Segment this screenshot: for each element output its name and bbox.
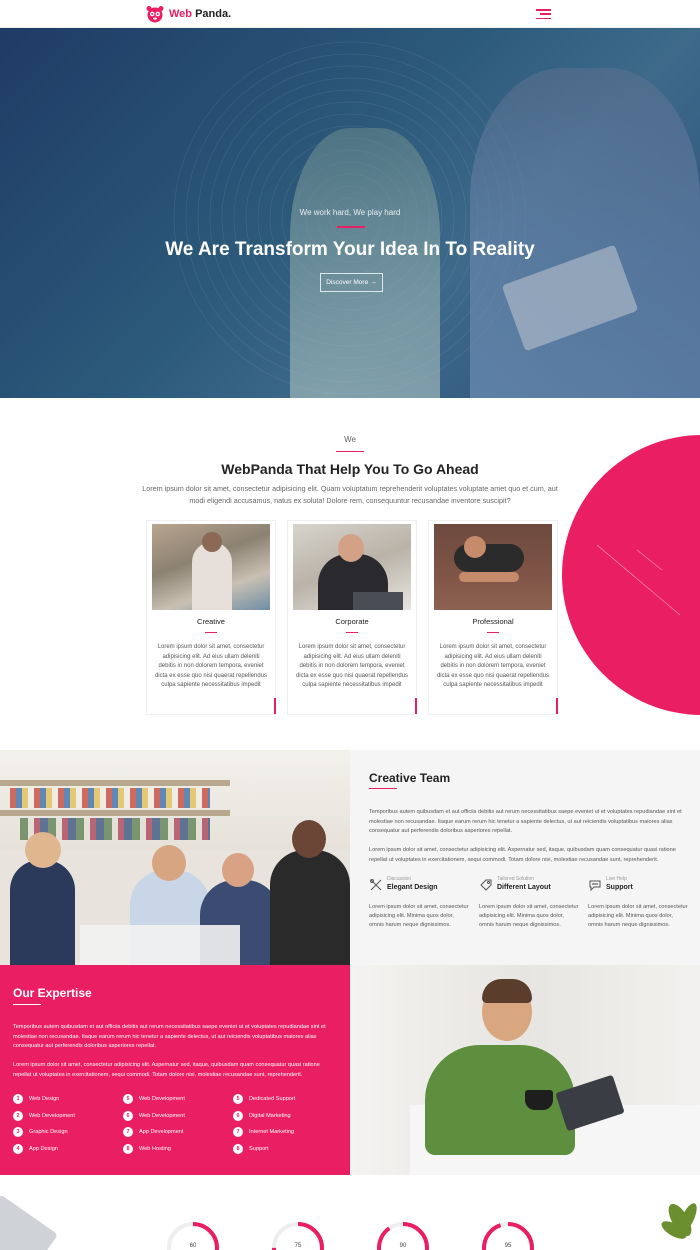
discover-more-button[interactable]: Discover More → (320, 273, 383, 292)
stat-counter-4: 95 (480, 1220, 536, 1250)
card-accent (556, 698, 558, 714)
expertise-item: 7 Internet Marketing (233, 1127, 294, 1137)
stat-counter-1: 60 (165, 1220, 221, 1250)
about-description: Lorem ipsum dolor sit amet, consectetur … (142, 484, 558, 505)
card-divider (205, 632, 217, 633)
expertise-item: 4 App Design (13, 1144, 58, 1154)
expertise-item: 6 Web Development (123, 1111, 185, 1121)
expertise-section: Our Expertise Temporibus autem quibusdam… (0, 965, 350, 1175)
expertise-item: 8 Web Hosting (123, 1144, 171, 1154)
service-card-professional[interactable]: Professional Lorem ipsum dolor sit amet,… (428, 520, 558, 715)
team-photo (0, 750, 350, 965)
expertise-title: Our Expertise (13, 986, 92, 1000)
hero-person-woman (290, 128, 440, 398)
expertise-item: 8 Support (233, 1144, 269, 1154)
arrow-right-icon: → (370, 279, 377, 286)
pink-circle-decoration (562, 435, 700, 715)
card-title: Corporate (335, 617, 369, 626)
team-paragraph-2: Lorem ipsum dolor sit amet, consectetur … (369, 847, 676, 863)
card-text: Lorem ipsum dolor sit amet, consectetur … (295, 644, 409, 688)
card-text: Lorem ipsum dolor sit amet, consectetur … (154, 644, 268, 688)
laptop-decoration (0, 1194, 59, 1250)
about-section: We WebPanda That Help You To Go Ahead Lo… (0, 398, 700, 750)
creative-photo (152, 524, 270, 610)
hero-person-man (470, 68, 700, 398)
stats-section: 60 75 90 95 (0, 1175, 700, 1250)
man-with-tablet-photo (350, 965, 700, 1175)
expertise-item: 5 Web Development (123, 1094, 185, 1104)
expertise-item: 1 Web Design (13, 1094, 59, 1104)
service-card-creative[interactable]: Creative Lorem ipsum dolor sit amet, con… (146, 520, 276, 715)
expertise-item: 3 Graphic Design (13, 1127, 68, 1137)
professional-photo (434, 524, 552, 610)
expertise-divider (13, 1004, 41, 1005)
top-navbar: Web Panda. (0, 0, 700, 28)
stat-counter-3: 90 (375, 1220, 431, 1250)
brand-logo[interactable]: Web Panda. (146, 5, 231, 23)
hero-section: We work hard, We play hard We Are Transf… (0, 28, 700, 398)
chat-icon (589, 880, 601, 892)
card-divider (346, 632, 358, 633)
team-title: Creative Team (369, 771, 451, 785)
about-eyebrow: We (344, 435, 356, 444)
plant-decoration (660, 1190, 700, 1250)
hero-divider (337, 226, 365, 228)
about-title: WebPanda That Help You To Go Ahead (221, 461, 479, 477)
card-accent (415, 698, 417, 714)
hero-title: We Are Transform Your Idea In To Reality (165, 239, 535, 260)
brand-name: Web Panda. (169, 8, 232, 20)
corporate-photo (293, 524, 411, 610)
expertise-paragraph-2: Lorem ipsum dolor sit amet, consectetur … (13, 1062, 320, 1078)
expertise-item: 6 Digital Marketing (233, 1111, 291, 1121)
expertise-item: 2 Web Development (13, 1111, 75, 1121)
team-paragraph-1: Temporibus autem quibusdam et aut offici… (369, 809, 682, 834)
hero-subtitle: We work hard, We play hard (299, 208, 401, 217)
creative-team-section: Creative Team Temporibus autem quibusdam… (350, 750, 700, 965)
expertise-paragraph-1: Temporibus autem quibusdam et aut offici… (13, 1024, 326, 1049)
about-divider (336, 451, 364, 452)
card-text: Lorem ipsum dolor sit amet, consectetur … (436, 644, 550, 688)
expertise-item: 7 App Development (123, 1127, 183, 1137)
stat-counter-2: 75 (270, 1220, 326, 1250)
expertise-item: 5 Dedicated Support (233, 1094, 295, 1104)
card-title: Creative (197, 617, 225, 626)
card-divider (487, 632, 499, 633)
tag-icon (480, 879, 492, 891)
team-divider (369, 788, 397, 789)
hamburger-icon[interactable] (536, 9, 551, 19)
card-title: Professional (472, 617, 514, 626)
panda-logo-icon (146, 5, 164, 23)
service-card-corporate[interactable]: Corporate Lorem ipsum dolor sit amet, co… (287, 520, 417, 715)
tools-icon (370, 879, 382, 891)
card-accent (274, 698, 276, 714)
